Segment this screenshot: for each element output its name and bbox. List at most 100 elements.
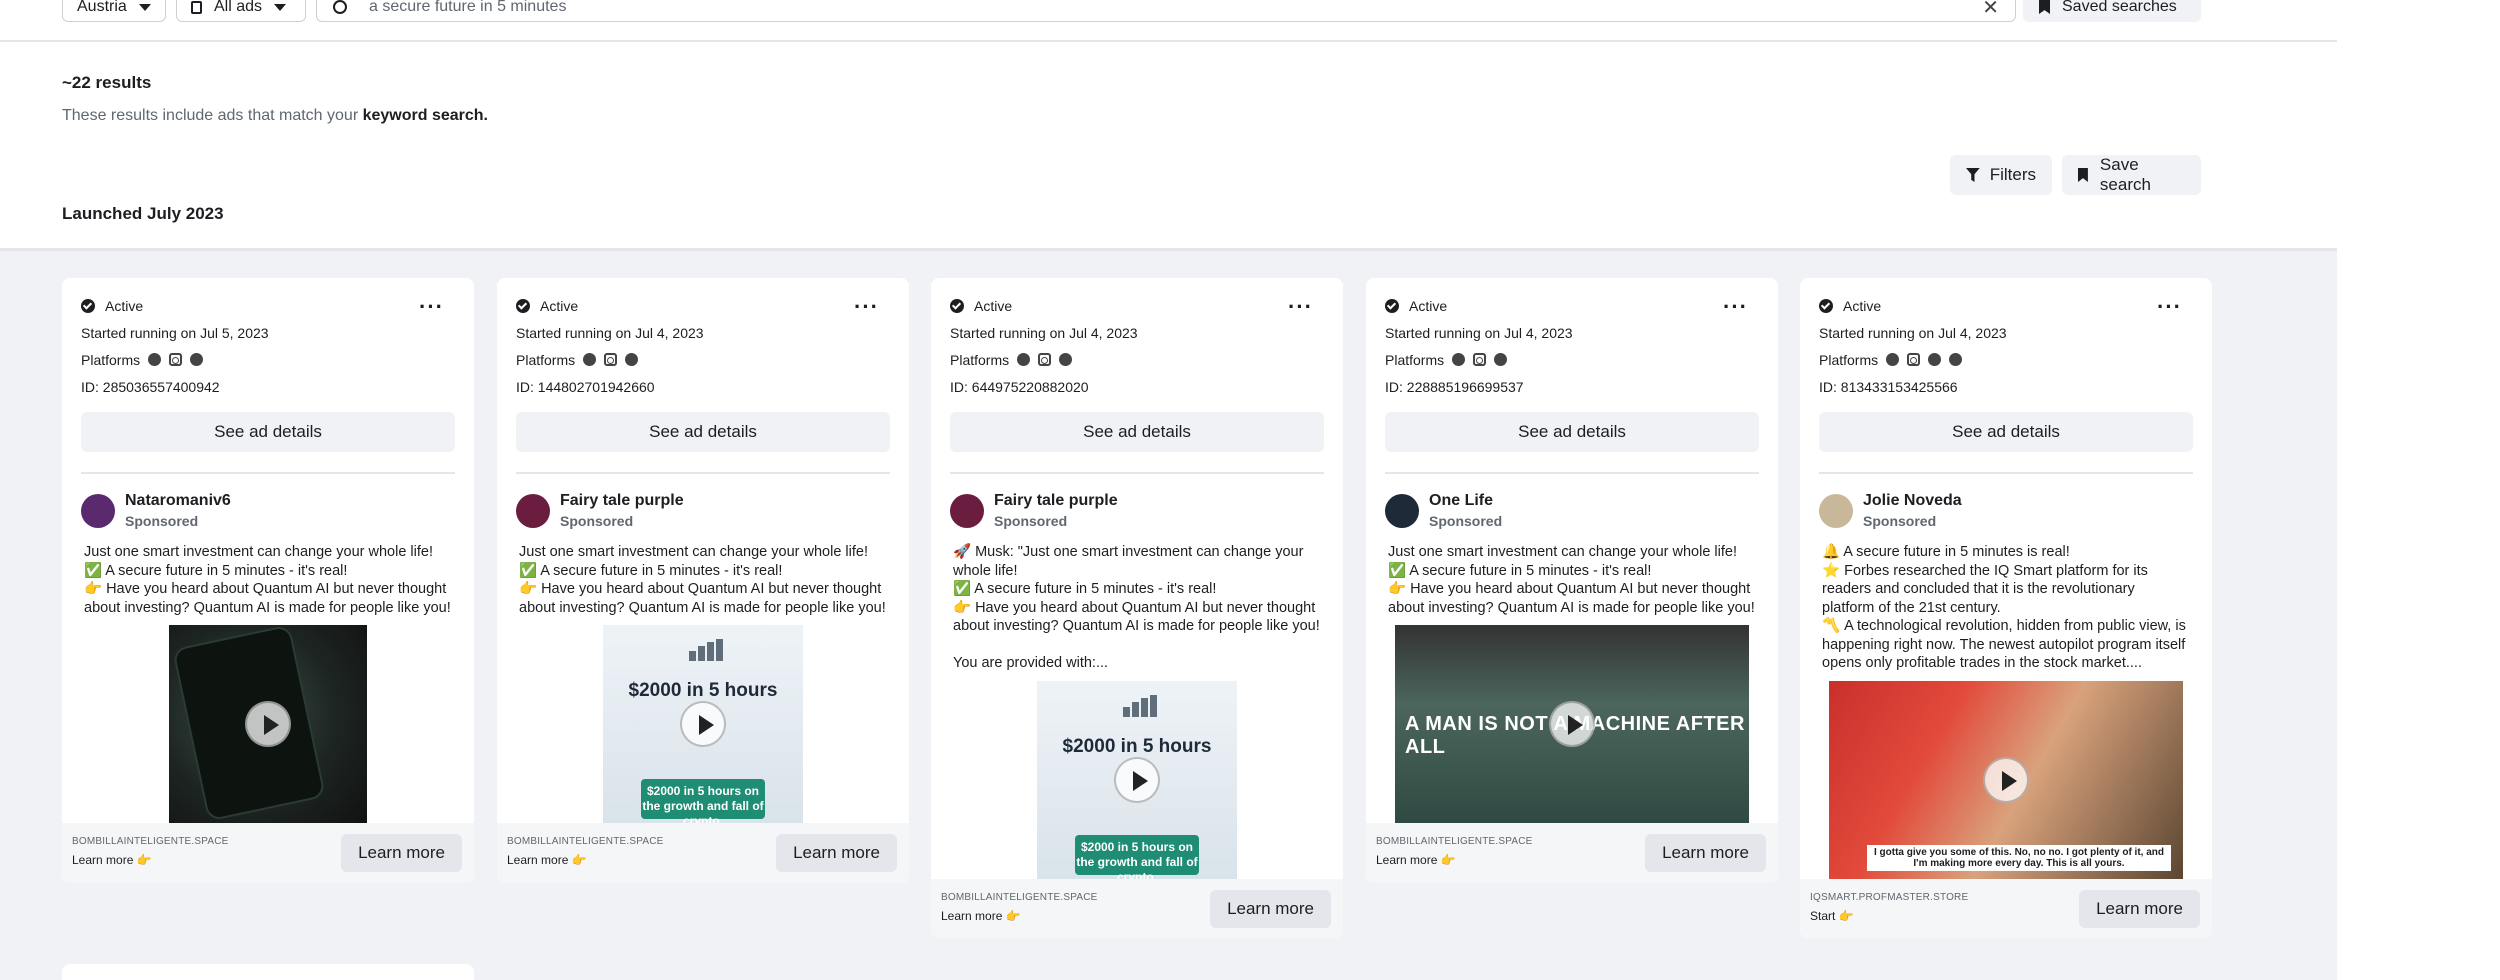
avatar[interactable] xyxy=(81,493,115,528)
ad-body: Just one smart investment can change you… xyxy=(519,544,886,616)
see-ad-details-button[interactable]: See ad details xyxy=(1385,412,1759,452)
country-select-label: Austria xyxy=(77,0,127,15)
cta-bar: BOMBILLAINTELIGENTE.SPACE Learn more 👉 L… xyxy=(931,878,1343,938)
more-options-icon[interactable]: ··· xyxy=(854,294,879,320)
play-icon[interactable] xyxy=(680,701,726,747)
search-icon xyxy=(333,0,347,14)
divider xyxy=(1385,472,1759,474)
instagram-icon xyxy=(1473,353,1487,366)
search-toolbar: Austria All ads a secure future in 5 min… xyxy=(0,0,2337,42)
check-circle-icon xyxy=(1819,298,1833,313)
sponsored-label: Sponsored xyxy=(125,513,199,529)
sponsored-label: Sponsored xyxy=(560,513,634,529)
image-banner: $2000 in 5 hours on the growth and fall … xyxy=(1075,834,1199,879)
ad-card: Active ··· Started running on Jul 4, 202… xyxy=(1366,278,1778,883)
play-icon[interactable] xyxy=(245,701,291,747)
advertiser-name[interactable]: Jolie Noveda xyxy=(1863,492,1962,510)
search-input[interactable]: a secure future in 5 minutes ✕ xyxy=(316,0,2016,22)
advertiser-name[interactable]: Fairy tale purple xyxy=(560,492,684,510)
cta-bar: BOMBILLAINTELIGENTE.SPACE Learn more 👉 L… xyxy=(1366,823,1778,883)
status-label: Active xyxy=(540,297,579,314)
more-options-icon[interactable]: ··· xyxy=(2157,294,2182,320)
ad-video[interactable]: A MAN IS NOT A MACHINE AFTER ALL xyxy=(1395,625,1749,823)
bar-chart-icon xyxy=(1123,694,1157,717)
play-icon[interactable] xyxy=(1983,756,2029,803)
results-count: ~22 results xyxy=(62,73,152,92)
instagram-icon xyxy=(169,353,183,366)
messenger-icon xyxy=(190,353,204,366)
ad-id: ID: 228885196699537 xyxy=(1385,378,1524,395)
learn-more-button[interactable]: Learn more xyxy=(1645,834,1766,872)
see-ad-details-button[interactable]: See ad details xyxy=(81,412,455,452)
image-caption: I gotta give you some of this. No, no no… xyxy=(1867,844,2171,871)
see-ad-details-button[interactable]: See ad details xyxy=(1819,412,2193,452)
image-headline: $2000 in 5 hours xyxy=(1062,735,1212,757)
play-icon[interactable] xyxy=(1114,756,1160,803)
clear-search-icon[interactable]: ✕ xyxy=(1982,0,1999,20)
results-note-text: These results include ads that match you… xyxy=(62,107,363,124)
more-options-icon[interactable]: ··· xyxy=(1288,294,1313,320)
start-date: Started running on Jul 4, 2023 xyxy=(1819,324,2007,341)
country-select[interactable]: Austria xyxy=(62,0,166,22)
cta-text: Learn more 👉 xyxy=(941,908,1021,923)
document-icon xyxy=(191,0,202,14)
status-label: Active xyxy=(105,297,144,314)
ad-type-select-label: All ads xyxy=(214,0,263,15)
divider xyxy=(1819,472,2193,474)
platforms-label: Platforms xyxy=(1385,351,1445,368)
ad-video[interactable]: $2000 in 5 hours $2000 in 5 hours on the… xyxy=(603,625,803,823)
learn-more-button[interactable]: Learn more xyxy=(341,834,462,872)
ad-body: Just one smart investment can change you… xyxy=(84,544,451,616)
platforms-label: Platforms xyxy=(516,351,576,368)
cta-text: Learn more 👉 xyxy=(72,853,152,867)
ad-video[interactable]: I gotta give you some of this. No, no no… xyxy=(1829,680,2183,879)
cta-bar: BOMBILLAINTELIGENTE.SPACE Learn more 👉 L… xyxy=(497,823,909,883)
sponsored-label: Sponsored xyxy=(994,513,1068,529)
see-ad-details-button[interactable]: See ad details xyxy=(950,412,1324,452)
saved-searches-button[interactable]: Saved searches xyxy=(2023,0,2201,22)
filters-label: Filters xyxy=(1989,165,2036,184)
ad-body: 🚀 Musk: "Just one smart investment can c… xyxy=(953,544,1320,671)
start-date: Started running on Jul 4, 2023 xyxy=(1385,324,1573,341)
instagram-icon xyxy=(1907,353,1921,366)
ad-id: ID: 813433153425566 xyxy=(1819,378,1958,395)
learn-more-button[interactable]: Learn more xyxy=(776,834,897,872)
play-icon[interactable] xyxy=(1549,701,1595,747)
ad-card-partial xyxy=(62,964,474,980)
filters-button[interactable]: Filters xyxy=(1950,155,2052,195)
more-options-icon[interactable]: ··· xyxy=(1723,294,1748,320)
advertiser-name[interactable]: Nataromaniv6 xyxy=(125,492,231,510)
messenger-icon xyxy=(1949,353,1963,366)
advertiser-name[interactable]: One Life xyxy=(1429,492,1502,510)
learn-more-button[interactable]: Learn more xyxy=(2079,889,2200,928)
save-search-button[interactable]: Save search xyxy=(2062,155,2201,195)
platforms-label: Platforms xyxy=(81,351,141,368)
image-headline: $2000 in 5 hours xyxy=(628,680,778,701)
avatar[interactable] xyxy=(1819,493,1853,528)
avatar[interactable] xyxy=(950,493,984,528)
sponsored-label: Sponsored xyxy=(1429,513,1503,529)
ad-card: Active ··· Started running on Jul 4, 202… xyxy=(931,278,1343,938)
bookmark-icon xyxy=(2039,0,2050,14)
ad-library-page: Austria All ads a secure future in 5 min… xyxy=(0,0,2500,980)
cta-text: Start 👉 xyxy=(1810,908,1854,923)
divider xyxy=(81,472,455,474)
learn-more-button[interactable]: Learn more xyxy=(1210,889,1331,928)
ad-type-select[interactable]: All ads xyxy=(176,0,306,22)
search-input-value: a secure future in 5 minutes xyxy=(369,0,567,15)
ad-video[interactable]: $2000 in 5 hours $2000 in 5 hours on the… xyxy=(1037,680,1237,879)
avatar[interactable] xyxy=(516,493,550,528)
more-options-icon[interactable]: ··· xyxy=(419,294,444,320)
facebook-icon xyxy=(583,353,597,366)
advertiser-name[interactable]: Fairy tale purple xyxy=(994,492,1118,510)
see-ad-details-button[interactable]: See ad details xyxy=(516,412,890,452)
link-domain: BOMBILLAINTELIGENTE.SPACE xyxy=(1376,836,1533,847)
check-circle-icon xyxy=(950,298,964,313)
avatar[interactable] xyxy=(1385,493,1419,528)
link-domain: IQSMART.PROFMASTER.STORE xyxy=(1810,891,1969,903)
platforms-label: Platforms xyxy=(1819,351,1879,368)
ad-video[interactable] xyxy=(169,625,367,823)
facebook-icon xyxy=(1452,353,1466,366)
results-note-keyword: keyword search. xyxy=(362,107,488,124)
facebook-icon xyxy=(148,353,162,366)
